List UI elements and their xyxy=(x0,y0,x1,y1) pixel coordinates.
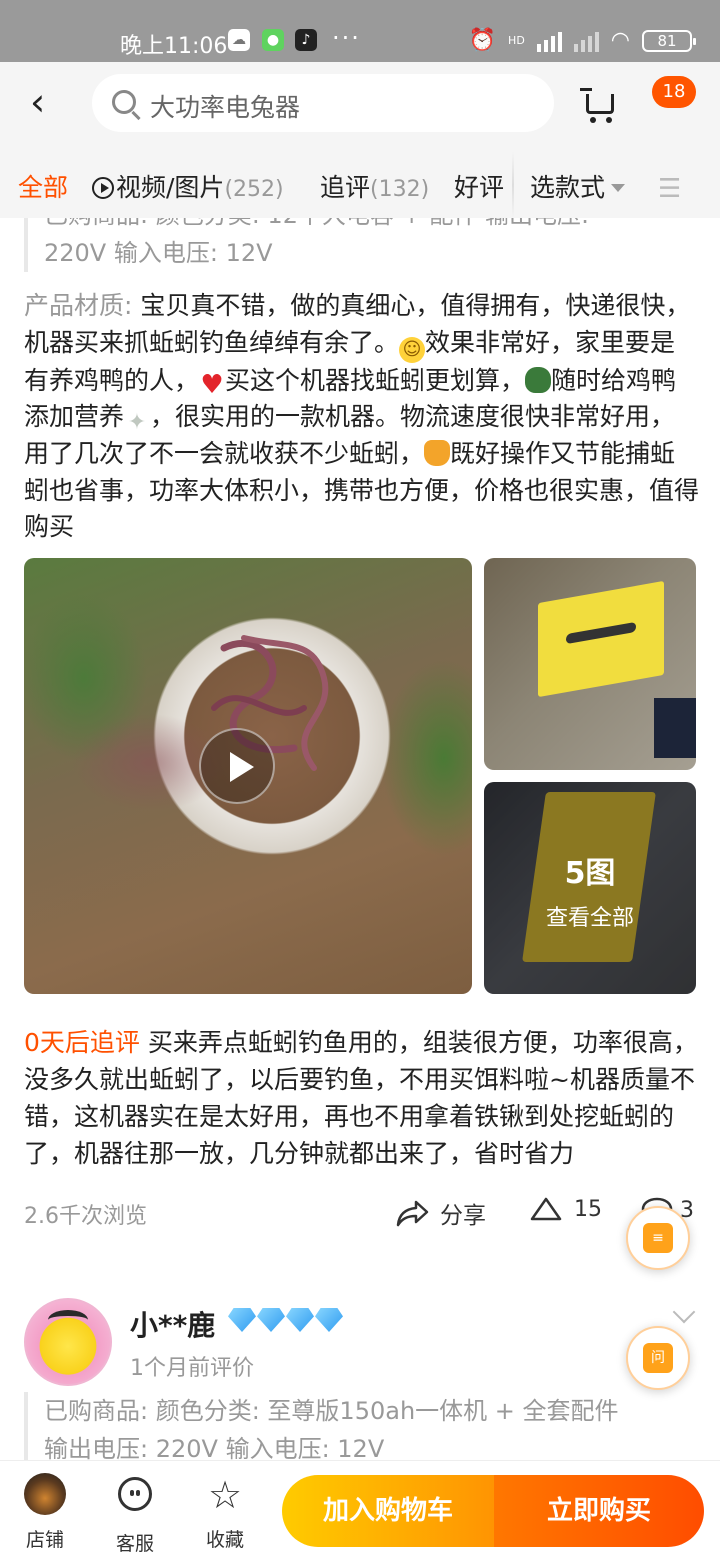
yellow-device-image xyxy=(538,580,664,698)
floating-clipboard-button[interactable]: ≡ xyxy=(626,1206,690,1270)
diamond-icon xyxy=(286,1308,314,1332)
tab-video-photo-count: (252) xyxy=(224,177,284,202)
status-bar: 晚上11:06 ☁ ● ♪ ··· ⏰ HD ◠ 81 xyxy=(0,0,720,62)
battery-level: 81 xyxy=(657,31,677,50)
tab-select-style[interactable]: 选款式 xyxy=(530,168,626,204)
customer-service-icon xyxy=(118,1477,152,1511)
cart-badge: 18 xyxy=(652,76,696,108)
smile-emoji-icon: ☺ xyxy=(399,336,426,363)
battery-icon: 81 xyxy=(642,29,696,52)
tab-all-label: 全部 xyxy=(18,173,69,202)
tab-all[interactable]: 全部 xyxy=(18,168,68,204)
content-text: 买这个机器找蚯蚓更划算， xyxy=(225,365,526,395)
wechat-icon: ● xyxy=(262,29,284,51)
diamond-icon xyxy=(315,1308,343,1332)
view-all-link[interactable]: 查看全部 xyxy=(484,900,696,932)
cart-icon[interactable] xyxy=(580,88,620,124)
upvote-icon xyxy=(530,1196,562,1222)
add-to-cart-button[interactable]: 加入购物车 xyxy=(282,1475,494,1547)
video-play-icon xyxy=(92,177,114,199)
back-arrow-icon[interactable]: ‹ xyxy=(30,83,70,124)
tab-select-style-label: 选款式 xyxy=(530,173,606,202)
buy-now-button[interactable]: 立即购买 xyxy=(494,1475,704,1547)
customer-service-button[interactable]: 客服 xyxy=(100,1473,170,1556)
signal-2-icon xyxy=(573,30,599,52)
share-icon xyxy=(396,1199,430,1227)
spec-line: 已购商品: 颜色分类: 12个大电容 + 配件 输出电压: xyxy=(44,218,696,234)
follow-up-review: 0天后追评 买来弄点蚯蚓钓鱼用的，组装很方便，功率很高，没多久就出蚯蚓了，以后要… xyxy=(24,1024,700,1172)
reviewer-name: 小**鹿 xyxy=(130,1309,216,1342)
review-card: 已购商品: 颜色分类: 12个大电容 + 配件 输出电压: 220V 输入电压:… xyxy=(0,218,720,1460)
tab-divider xyxy=(512,152,514,218)
spec-line: 220V 输入电压: 12V xyxy=(44,239,273,267)
ask-icon: 问 xyxy=(643,1343,673,1373)
cloud-app-icon: ☁ xyxy=(228,29,250,51)
filter-list-icon[interactable]: ☰ xyxy=(658,174,681,204)
purchased-spec: 已购商品: 颜色分类: 12个大电容 + 配件 输出电压: 220V 输入电压:… xyxy=(24,218,696,272)
purchased-spec: 已购商品: 颜色分类: 至尊版150ah一体机 + 全套配件 输出电压: 220… xyxy=(24,1392,696,1468)
search-icon xyxy=(112,90,136,114)
shop-label: 店铺 xyxy=(25,1529,64,1551)
status-time: 晚上11:06 xyxy=(120,34,228,59)
content-label: 产品材质: xyxy=(24,291,141,320)
network-label: HD xyxy=(508,34,525,47)
avatar[interactable] xyxy=(24,1298,112,1386)
wifi-icon: ◠ xyxy=(610,28,630,53)
heart-emoji-icon: ♥ xyxy=(200,369,224,400)
bottom-action-bar: 店铺 客服 ☆ 收藏 加入购物车 立即购买 xyxy=(0,1460,720,1560)
dove-emoji-icon: ✦ xyxy=(127,410,147,435)
photo-count: 5图 xyxy=(564,856,616,891)
play-icon[interactable] xyxy=(199,728,275,804)
search-input[interactable]: 大功率电兔器 xyxy=(150,88,300,124)
floating-ask-button[interactable]: 问 xyxy=(626,1326,690,1390)
spec-line: 已购商品: 颜色分类: 至尊版150ah一体机 + 全套配件 xyxy=(44,1397,619,1425)
like-count: 15 xyxy=(574,1196,602,1222)
tiktok-icon: ♪ xyxy=(295,29,317,51)
review-photo[interactable] xyxy=(484,558,696,770)
star-icon: ☆ xyxy=(207,1473,243,1517)
view-count: 2.6千次浏览 xyxy=(24,1204,147,1229)
review-filter-tabs: 全部 视频/图片(252) 追评(132) 好评 选款式 ☰ xyxy=(0,152,720,218)
tab-follow-up-count: (132) xyxy=(370,177,430,202)
duck-emoji-icon xyxy=(525,366,552,393)
shop-button[interactable]: 店铺 xyxy=(10,1473,80,1552)
top-header: ‹ 大功率电兔器 18 xyxy=(0,62,720,152)
vip-level-badge xyxy=(228,1308,343,1332)
like-button[interactable]: 15 xyxy=(530,1196,602,1222)
diamond-icon xyxy=(257,1308,285,1332)
battery-image xyxy=(654,698,696,758)
share-label: 分享 xyxy=(440,1203,486,1229)
follow-up-tag: 0天后追评 xyxy=(24,1028,140,1057)
tab-video-photo-label: 视频/图片 xyxy=(116,173,225,202)
customer-service-label: 客服 xyxy=(115,1533,154,1555)
tab-good-reviews[interactable]: 好评 xyxy=(454,168,504,204)
alarm-icon: ⏰ xyxy=(468,28,497,53)
review-time: 1个月前评价 xyxy=(130,1356,254,1381)
cat-emoji-icon xyxy=(424,440,451,466)
signal-icon xyxy=(536,30,562,52)
more-notifications-icon: ··· xyxy=(332,24,361,52)
review-video-thumbnail[interactable] xyxy=(24,558,472,994)
review-content: 产品材质: 宝贝真不错，做的真细心，值得拥有，快递很快，机器买来抓蚯蚓钓鱼绰绰有… xyxy=(24,288,700,546)
tab-video-photo[interactable]: 视频/图片(252) xyxy=(92,168,284,204)
review-photo-more[interactable]: 5图 查看全部 xyxy=(484,782,696,994)
tab-follow-up-label: 追评 xyxy=(320,173,371,202)
search-bar[interactable]: 大功率电兔器 xyxy=(92,74,554,132)
favorite-label: 收藏 xyxy=(205,1529,244,1551)
clipboard-icon: ≡ xyxy=(643,1223,673,1253)
tab-good-reviews-label: 好评 xyxy=(454,173,505,202)
dropdown-caret-icon xyxy=(611,184,626,192)
shop-icon xyxy=(24,1473,66,1515)
favorite-button[interactable]: ☆ 收藏 xyxy=(190,1473,260,1552)
diamond-icon xyxy=(228,1308,256,1332)
share-button[interactable]: 分享 xyxy=(396,1196,486,1230)
tab-follow-up[interactable]: 追评(132) xyxy=(320,168,429,204)
